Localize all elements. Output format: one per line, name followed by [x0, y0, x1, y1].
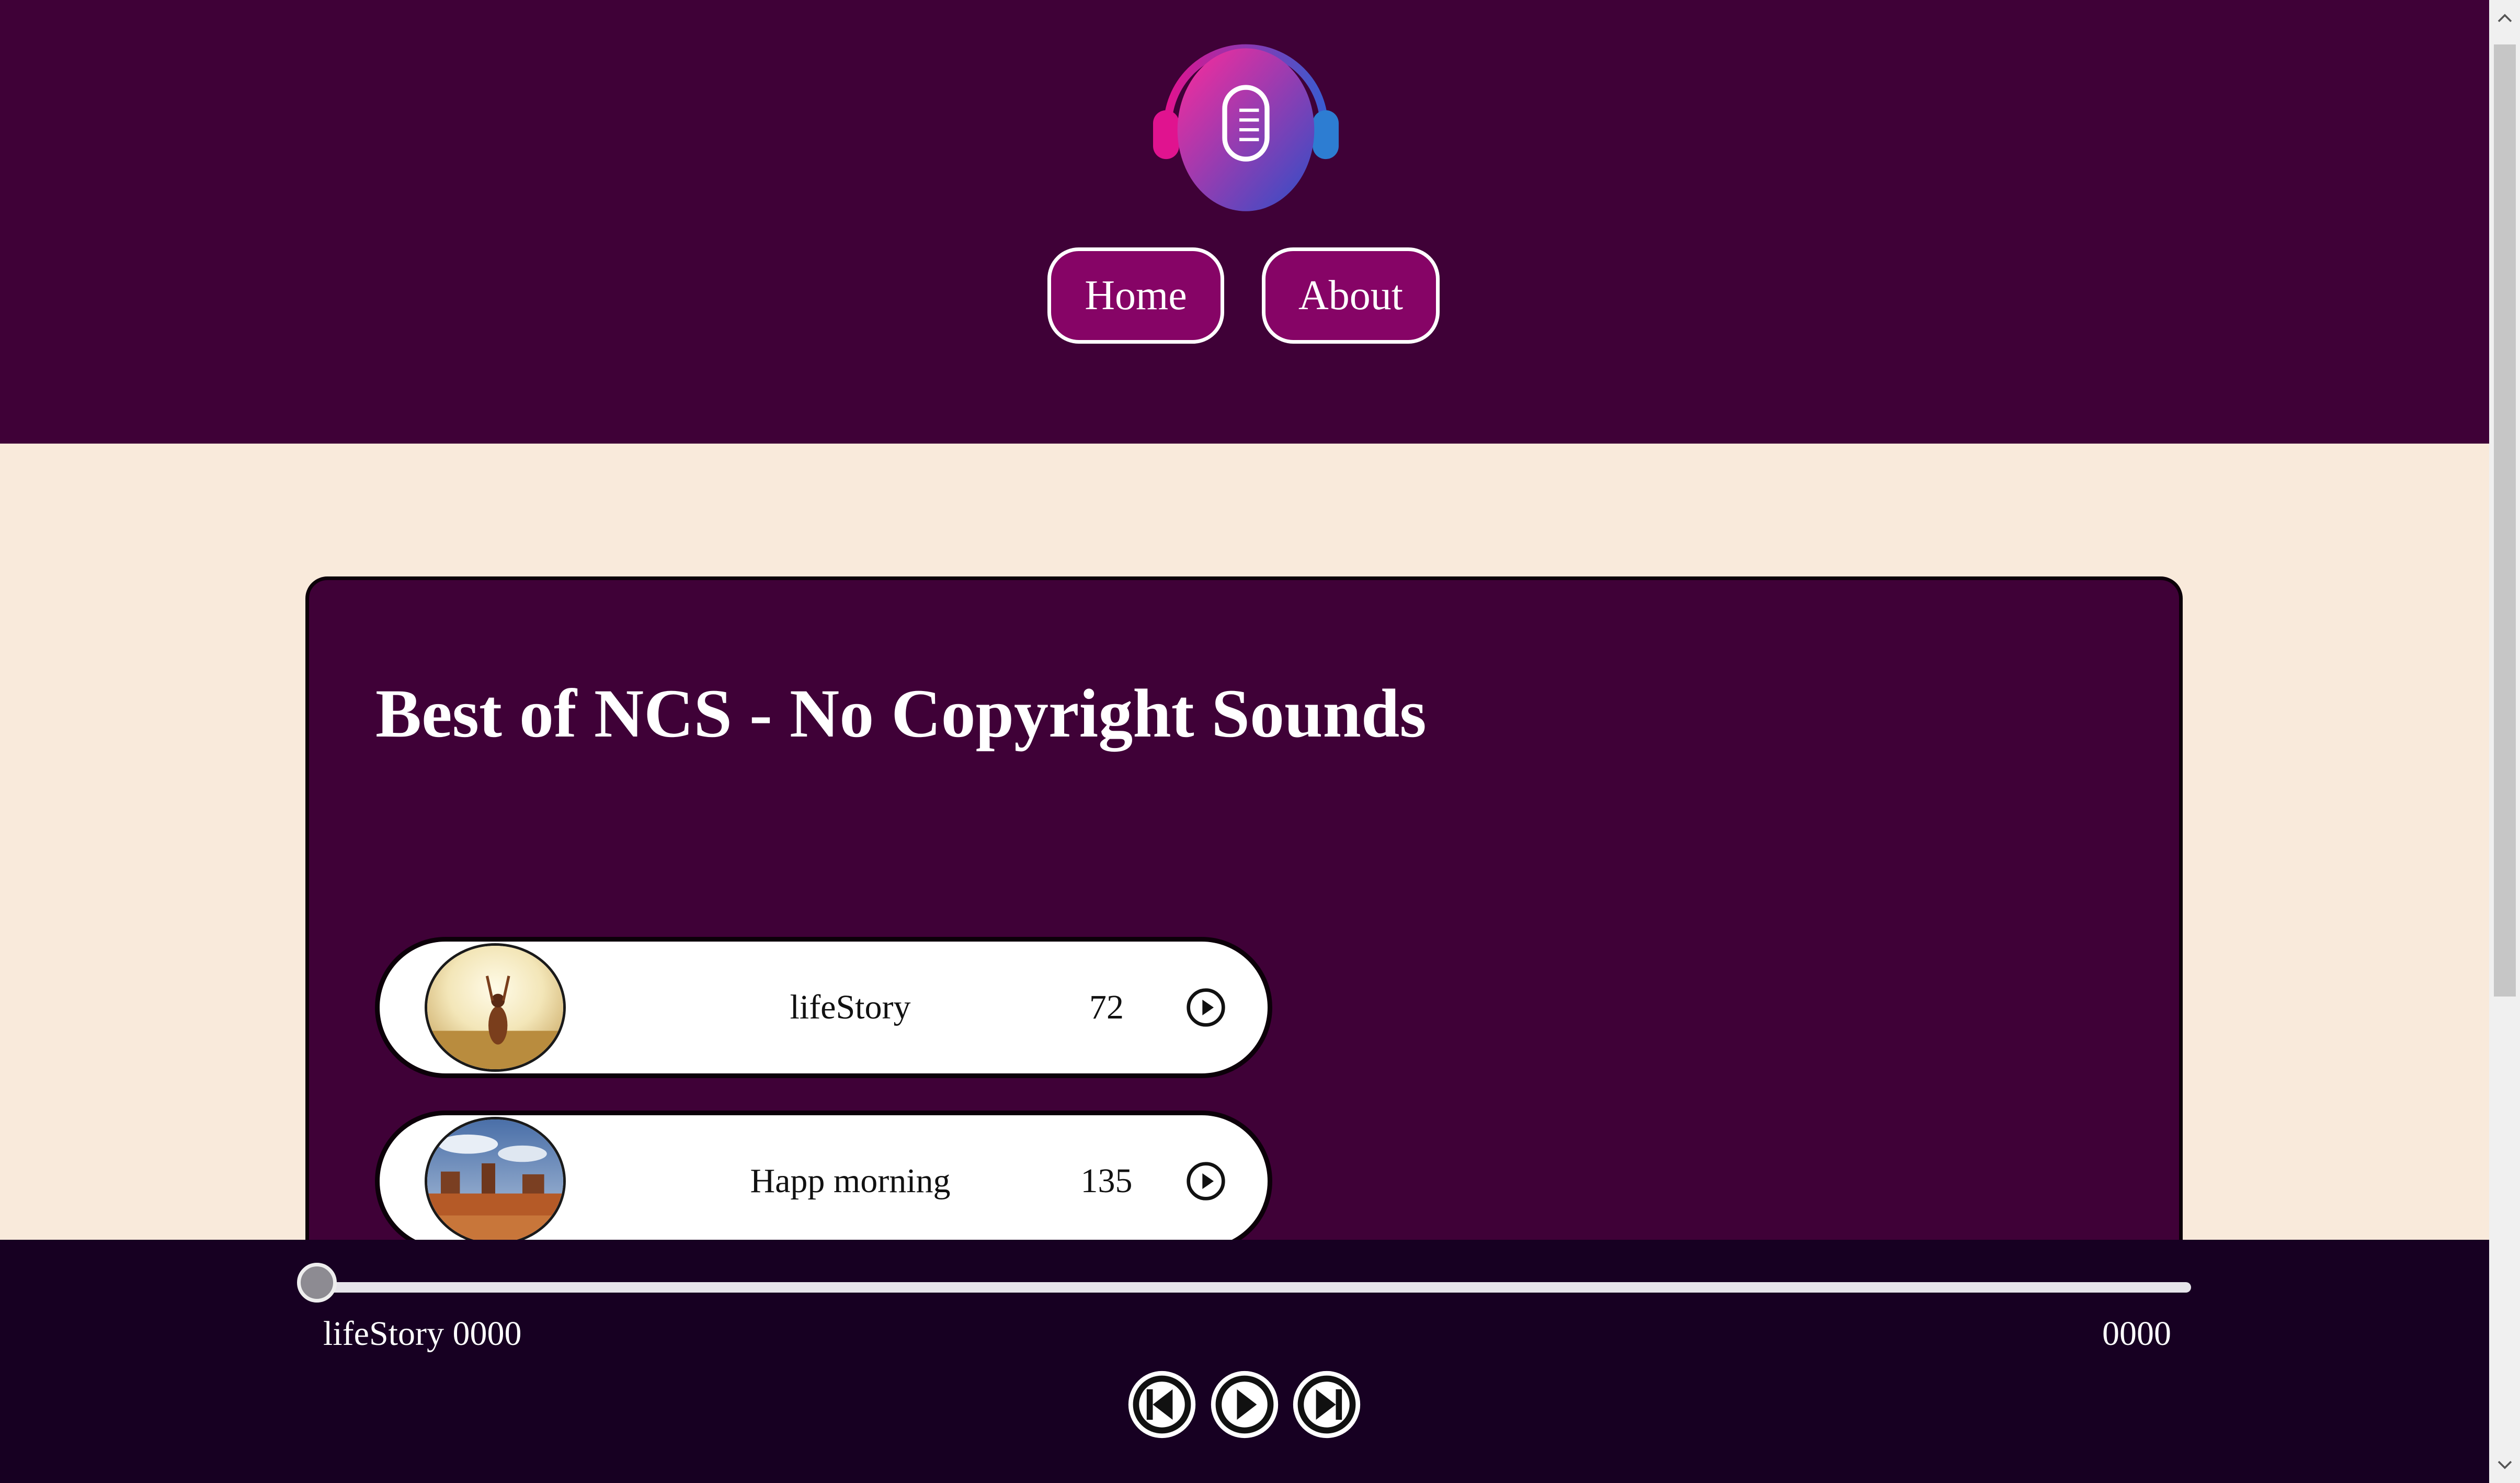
progress-slider-handle[interactable] — [297, 1263, 337, 1303]
previous-icon[interactable] — [1125, 1355, 1199, 1454]
music-player-bar: lifeStory 0000 0000 — [0, 1240, 2489, 1483]
site-header: Home About — [0, 0, 2489, 444]
logo-icon[interactable] — [1148, 29, 1344, 214]
scrollbar-thumb[interactable] — [2494, 44, 2516, 997]
scroll-down-arrow-icon[interactable] — [2489, 1446, 2520, 1483]
song-count: 135 — [1080, 1162, 1133, 1200]
current-track-label: lifeStory 0000 — [323, 1315, 522, 1353]
song-title: Happ morning — [750, 1162, 951, 1200]
desert-mesa-image — [427, 1119, 563, 1243]
playlist-card: Best of NCS - No Copyright Sounds lifeSt… — [305, 576, 2183, 1309]
song-item[interactable]: Happ morning 135 — [375, 1111, 1272, 1252]
playlist-title: Best of NCS - No Copyright Sounds — [375, 675, 1427, 752]
nav-home-button[interactable]: Home — [1047, 247, 1224, 344]
play-icon[interactable] — [1208, 1355, 1281, 1454]
scroll-up-arrow-icon[interactable] — [2489, 0, 2520, 37]
total-time-label: 0000 — [2102, 1315, 2171, 1353]
play-circle-icon[interactable] — [1185, 987, 1227, 1028]
progress-slider-track[interactable] — [314, 1282, 2191, 1293]
song-item[interactable]: lifeStory 72 — [375, 937, 1272, 1078]
next-icon[interactable] — [1290, 1355, 1363, 1454]
vertical-scrollbar[interactable] — [2489, 0, 2520, 1483]
song-count: 72 — [1089, 988, 1124, 1026]
play-circle-icon[interactable] — [1185, 1160, 1227, 1202]
song-title: lifeStory — [790, 988, 911, 1026]
nav-about-button[interactable]: About — [1262, 247, 1440, 344]
song-thumbnail — [425, 1117, 566, 1246]
woman-in-field-image — [427, 946, 563, 1069]
song-thumbnail — [425, 943, 566, 1072]
